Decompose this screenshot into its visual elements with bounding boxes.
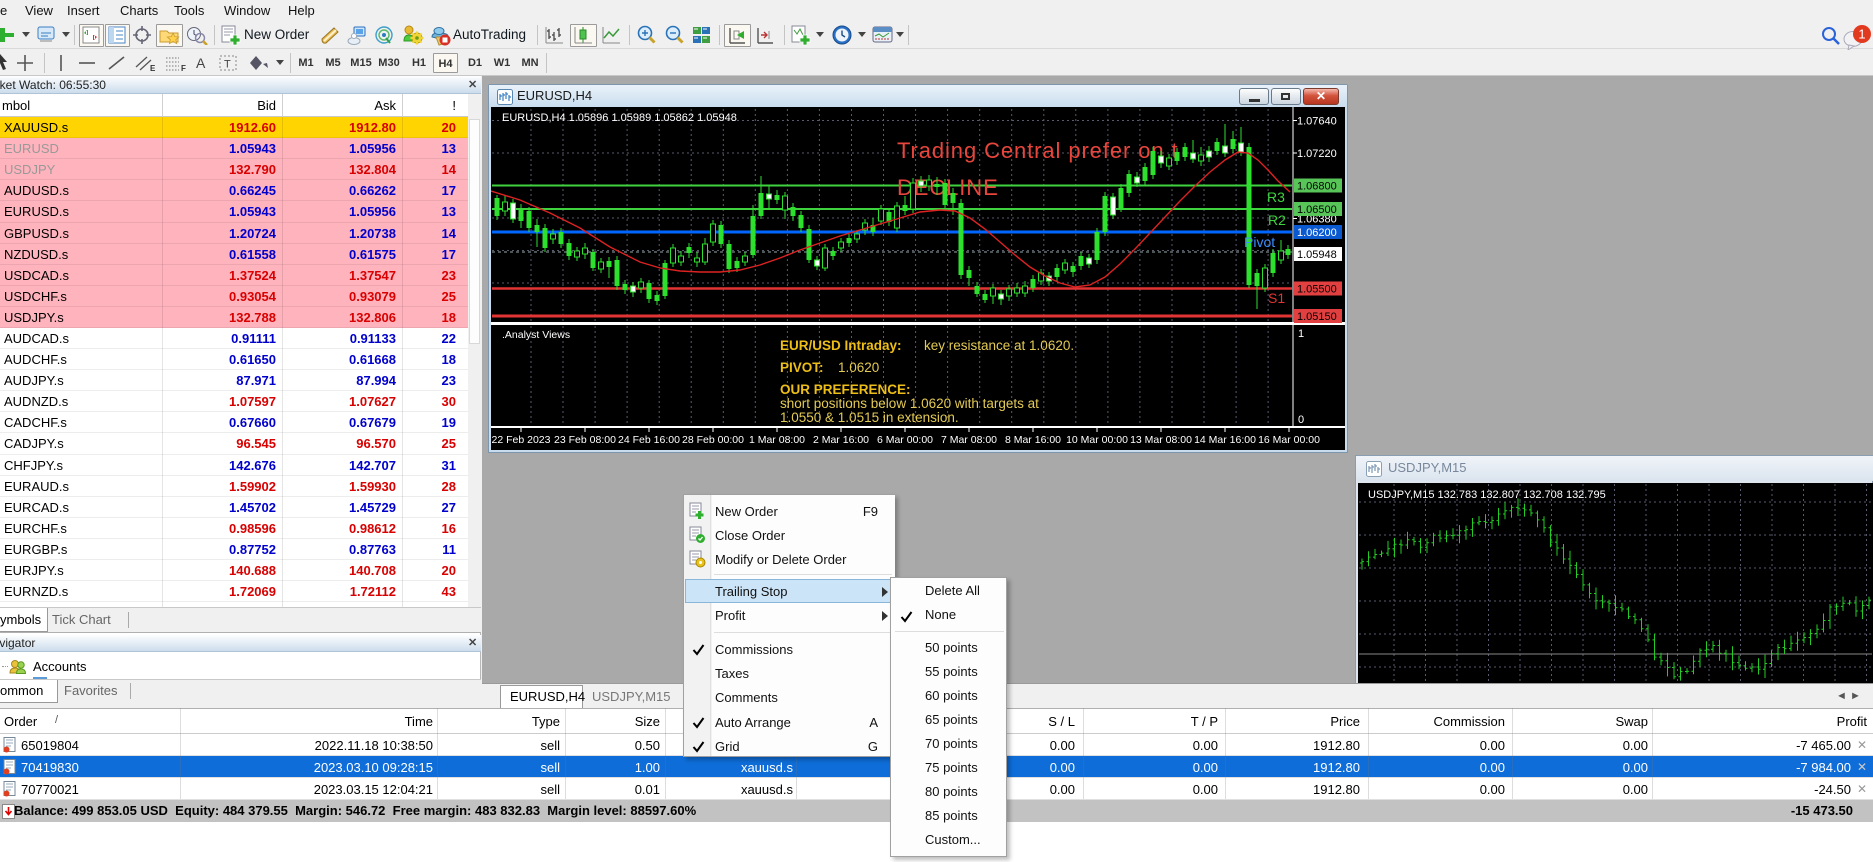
svg-text:1.07220: 1.07220 bbox=[1297, 148, 1337, 160]
svg-text:10 Mar 00:00: 10 Mar 00:00 bbox=[1066, 434, 1128, 446]
svg-text:.Analyst Views: .Analyst Views bbox=[502, 329, 570, 341]
svg-text:1.06200: 1.06200 bbox=[1297, 227, 1337, 239]
svg-text:23 Feb 08:00: 23 Feb 08:00 bbox=[554, 434, 616, 446]
svg-text:0: 0 bbox=[1298, 414, 1304, 426]
svg-text:EURUSD,H4 1.05896 1.05989 1.0: EURUSD,H4 1.05896 1.05989 1.05862 1.0594… bbox=[502, 112, 737, 124]
svg-text:14 Mar 16:00: 14 Mar 16:00 bbox=[1194, 434, 1256, 446]
svg-text:USDJPY,M15 132.783 132.807 13: USDJPY,M15 132.783 132.807 132.708 132.7… bbox=[1368, 489, 1606, 501]
svg-text:T: T bbox=[224, 59, 231, 71]
svg-text:6 Mar 00:00: 6 Mar 00:00 bbox=[877, 434, 933, 446]
svg-text:EUR/USD Intraday:: EUR/USD Intraday: bbox=[780, 338, 902, 353]
svg-text:1.06500: 1.06500 bbox=[1297, 204, 1337, 216]
svg-text:1: 1 bbox=[1298, 328, 1304, 340]
svg-text:Trading Central prefer on t: Trading Central prefer on t bbox=[897, 138, 1179, 163]
svg-text:S1: S1 bbox=[1268, 290, 1285, 306]
svg-text:1.06800: 1.06800 bbox=[1297, 181, 1337, 193]
svg-text:8 Mar 16:00: 8 Mar 16:00 bbox=[1005, 434, 1061, 446]
svg-text:2 Mar 16:00: 2 Mar 16:00 bbox=[813, 434, 869, 446]
svg-text:1.05500: 1.05500 bbox=[1297, 284, 1337, 296]
svg-text:Pivot: Pivot bbox=[1244, 234, 1275, 250]
svg-text:1.0550 & 1.0515 in extension.: 1.0550 & 1.0515 in extension. bbox=[780, 410, 959, 425]
svg-text:1: 1 bbox=[1858, 27, 1865, 42]
svg-text:28 Feb 00:00: 28 Feb 00:00 bbox=[682, 434, 744, 446]
svg-text:22 Feb 2023: 22 Feb 2023 bbox=[492, 434, 551, 446]
svg-text:PIVOT:: PIVOT: bbox=[780, 360, 824, 375]
svg-text:13 Mar 08:00: 13 Mar 08:00 bbox=[1130, 434, 1192, 446]
svg-text:24 Feb 16:00: 24 Feb 16:00 bbox=[618, 434, 680, 446]
svg-text:1.05948: 1.05948 bbox=[1297, 249, 1337, 261]
svg-text:1.07640: 1.07640 bbox=[1297, 116, 1337, 128]
svg-text:16 Mar 00:00: 16 Mar 00:00 bbox=[1258, 434, 1320, 446]
svg-text:R3: R3 bbox=[1267, 189, 1285, 205]
svg-text:key resistance at 1.0620.: key resistance at 1.0620. bbox=[924, 338, 1074, 353]
svg-text:F: F bbox=[181, 64, 186, 72]
svg-text:E: E bbox=[150, 64, 156, 72]
svg-text:7 Mar 08:00: 7 Mar 08:00 bbox=[941, 434, 997, 446]
svg-text:1.0620: 1.0620 bbox=[838, 360, 879, 375]
svg-text:1 Mar 08:00: 1 Mar 08:00 bbox=[749, 434, 805, 446]
svg-text:OUR PREFERENCE:: OUR PREFERENCE: bbox=[780, 382, 911, 397]
svg-text:R2: R2 bbox=[1268, 212, 1286, 228]
svg-text:short positions below 1.0620 w: short positions below 1.0620 with target… bbox=[780, 396, 1039, 411]
svg-text:1.05150: 1.05150 bbox=[1297, 311, 1337, 323]
